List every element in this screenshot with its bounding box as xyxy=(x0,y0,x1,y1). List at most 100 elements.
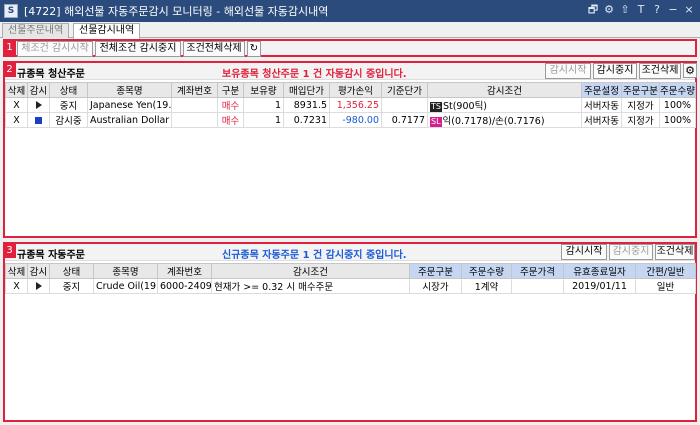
minimize-icon[interactable]: − xyxy=(666,3,680,17)
price-cell: 0.7231 xyxy=(283,112,330,128)
tab-watch-history[interactable]: 선물감시내역 xyxy=(73,23,141,39)
new-order-status-message: 신규종목 자동주문 1 건 감시중지 중입니다. xyxy=(222,250,407,261)
column-header[interactable]: 구분 xyxy=(217,82,244,98)
section-marker-1: 1 xyxy=(3,40,16,55)
column-header[interactable]: 감시조건 xyxy=(427,82,582,98)
setting-cell: 서버자동 xyxy=(581,112,622,128)
stop-limit-badge: SL xyxy=(430,116,442,127)
restore-icon[interactable]: 🗗 xyxy=(586,3,600,17)
delete-row-button[interactable]: X xyxy=(5,112,28,128)
condition-text: 익(0.7178)/손(0.7176) xyxy=(442,116,545,127)
base-price-cell xyxy=(381,97,428,113)
account-cell xyxy=(171,112,218,128)
play-icon xyxy=(35,282,42,290)
close-delete-button[interactable]: 조건삭제 xyxy=(639,63,681,79)
tab-order-history[interactable]: 선물주문내역 xyxy=(2,23,70,38)
order-price-cell xyxy=(511,278,564,294)
stop-all-button[interactable]: 전체조건 감시중지 xyxy=(95,41,181,57)
mode-cell: 일반 xyxy=(635,278,696,294)
window-title: [4722] 해외선물 자동주문감시 모니터링 - 해외선물 자동감시내역 xyxy=(24,5,329,18)
close-order-header-row: 삭제 감시 상태 종목명 계좌번호 구분 보유량 매입단가 평가손익 기준단가 … xyxy=(5,82,696,98)
condition-cell[interactable]: SL 익(0.7178)/손(0.7176) xyxy=(427,112,582,128)
column-header[interactable]: 주문수량 xyxy=(461,263,512,279)
column-header[interactable]: 삭제 xyxy=(5,263,28,279)
close-watch-start-button[interactable]: 감시시작 xyxy=(545,63,591,79)
new-order-panel: 규종목 자동주문 신규종목 자동주문 1 건 감시중지 중입니다. 감시시작 감… xyxy=(3,242,697,422)
watch-toggle[interactable] xyxy=(27,112,50,128)
table-row[interactable]: X 중지 Japanese Yen(19.0 매수 1 8931.5 1,356… xyxy=(5,97,696,113)
column-header[interactable]: 기준단가 xyxy=(381,82,428,98)
price-cell: 8931.5 xyxy=(283,97,330,113)
account-cell: 6000-2409 xyxy=(157,278,212,294)
condition-cell[interactable]: TS St(900틱) xyxy=(427,97,582,113)
column-header[interactable]: 종목명 xyxy=(93,263,158,279)
column-header[interactable]: 주문설정 xyxy=(581,82,622,98)
order-type-cell: 시장가 xyxy=(409,278,462,294)
section-marker-2: 2 xyxy=(3,62,16,77)
column-header[interactable]: 유효종료일자 xyxy=(563,263,636,279)
pin-icon[interactable]: ⇧ xyxy=(618,3,632,17)
play-icon xyxy=(35,101,42,109)
watch-toggle[interactable] xyxy=(27,97,50,113)
global-toolbar: 체조건 감시시작 전체조건 감시중지 조건전체삭제 ↻ xyxy=(3,39,697,57)
column-header[interactable]: 주문수량 xyxy=(659,82,696,98)
column-header[interactable]: 보유량 xyxy=(243,82,284,98)
watch-toggle[interactable] xyxy=(27,278,50,294)
order-type-cell: 지정가 xyxy=(621,112,660,128)
new-order-title: 규종목 자동주문 xyxy=(17,250,85,261)
column-header[interactable]: 종목명 xyxy=(87,82,172,98)
column-header[interactable]: 주문구분 xyxy=(621,82,660,98)
side-cell: 매수 xyxy=(217,112,244,128)
column-header[interactable]: 감시 xyxy=(27,82,50,98)
account-cell xyxy=(171,97,218,113)
refresh-icon[interactable]: ↻ xyxy=(247,41,261,57)
column-header[interactable]: 매입단가 xyxy=(283,82,330,98)
column-header[interactable]: 상태 xyxy=(49,263,94,279)
new-watch-stop-button[interactable]: 감시중지 xyxy=(609,244,653,260)
new-order-table: 삭제 감시 상태 종목명 계좌번호 감시조건 주문구분 주문수량 주문가격 유효… xyxy=(5,263,696,294)
help-icon[interactable]: ? xyxy=(650,3,664,17)
new-watch-start-button[interactable]: 감시시작 xyxy=(561,244,607,260)
column-header[interactable]: 주문가격 xyxy=(511,263,564,279)
expiry-cell: 2019/01/11 xyxy=(563,278,636,294)
close-order-title: 규종목 청산주문 xyxy=(17,69,85,80)
column-header[interactable]: 감시조건 xyxy=(211,263,410,279)
column-header[interactable]: 평가손익 xyxy=(329,82,382,98)
symbol-cell: Crude Oil(19. xyxy=(93,278,158,294)
font-icon[interactable]: T xyxy=(634,3,648,17)
column-header[interactable]: 주문구분 xyxy=(409,263,462,279)
column-header[interactable]: 상태 xyxy=(49,82,88,98)
state-cell: 중지 xyxy=(49,97,88,113)
column-header[interactable]: 간편/일반 xyxy=(635,263,696,279)
tab-strip: 선물주문내역 선물감시내역 xyxy=(0,22,700,39)
column-header[interactable]: 감시 xyxy=(27,263,50,279)
settings-icon[interactable]: ⚙ xyxy=(602,3,616,17)
close-icon[interactable]: × xyxy=(682,3,696,17)
symbol-cell: Australian Dollar xyxy=(87,112,172,128)
close-watch-stop-button[interactable]: 감시중지 xyxy=(593,63,637,79)
start-all-button[interactable]: 체조건 감시시작 xyxy=(17,41,93,57)
condition-text: St(900틱) xyxy=(442,101,488,112)
column-header[interactable]: 삭제 xyxy=(5,82,28,98)
symbol-cell: Japanese Yen(19.0 xyxy=(87,97,172,113)
order-qty-cell: 100% xyxy=(659,97,696,113)
app-icon: S xyxy=(4,4,18,18)
order-qty-cell: 100% xyxy=(659,112,696,128)
condition-cell[interactable]: 현재가 >= 0.32 시 매수주문 xyxy=(211,278,410,294)
new-order-header-row: 삭제 감시 상태 종목명 계좌번호 감시조건 주문구분 주문수량 주문가격 유효… xyxy=(5,263,696,279)
column-header[interactable]: 계좌번호 xyxy=(157,263,212,279)
table-row[interactable]: X 중지 Crude Oil(19. 6000-2409 현재가 >= 0.32… xyxy=(5,278,696,294)
state-cell: 감시중 xyxy=(49,112,88,128)
new-delete-button[interactable]: 조건삭제 xyxy=(655,244,695,260)
delete-row-button[interactable]: X xyxy=(5,97,28,113)
delete-all-button[interactable]: 조건전체삭제 xyxy=(183,41,245,57)
table-row[interactable]: X 감시중 Australian Dollar 매수 1 0.7231 -980… xyxy=(5,112,696,128)
close-order-table: 삭제 감시 상태 종목명 계좌번호 구분 보유량 매입단가 평가손익 기준단가 … xyxy=(5,82,696,128)
close-order-status-message: 보유종목 청산주문 1 건 자동감시 중입니다. xyxy=(222,69,407,80)
order-qty-cell: 1계약 xyxy=(461,278,512,294)
gear-icon[interactable]: ⚙ xyxy=(683,63,697,78)
stop-icon xyxy=(35,116,42,124)
column-header[interactable]: 계좌번호 xyxy=(171,82,218,98)
delete-row-button[interactable]: X xyxy=(5,278,28,294)
state-cell: 중지 xyxy=(49,278,94,294)
